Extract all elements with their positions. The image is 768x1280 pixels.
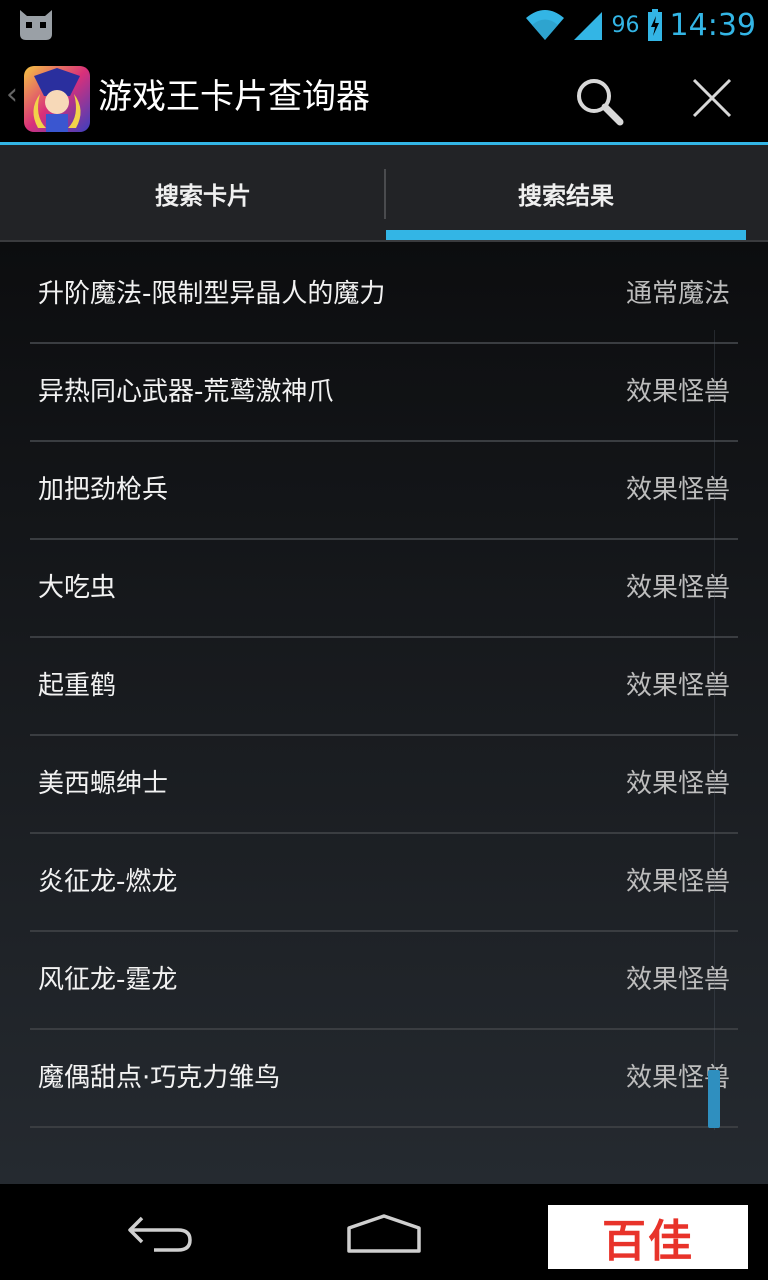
clock: 14:39 <box>669 7 756 43</box>
results-list-area: 升阶魔法-限制型异晶人的魔力 通常魔法 异热同心武器-荒鹫激神爪 效果怪兽 加把… <box>0 242 768 1184</box>
card-type: 通常魔法 <box>625 279 730 309</box>
tab-search-results[interactable]: 搜索结果 <box>386 145 746 242</box>
card-name: 起重鹤 <box>38 671 117 701</box>
up-chevron-icon[interactable]: ‹ <box>6 80 18 110</box>
battery-icon <box>647 9 662 41</box>
card-name: 升阶魔法-限制型异晶人的魔力 <box>38 279 386 309</box>
scrollbar-track[interactable] <box>714 330 715 1130</box>
battery-level-text: 96 <box>611 12 640 38</box>
list-item[interactable]: 大吃虫 效果怪兽 <box>30 540 738 638</box>
card-name: 大吃虫 <box>38 573 117 603</box>
list-item[interactable]: 升阶魔法-限制型异晶人的魔力 通常魔法 <box>30 246 738 344</box>
signal-icon <box>573 12 602 40</box>
tab-bar: 搜索卡片 搜索结果 <box>0 145 768 242</box>
cyanogenmod-mascot-icon <box>20 10 52 40</box>
selected-tab-indicator <box>386 230 746 240</box>
list-item[interactable]: 美西螈绅士 效果怪兽 <box>30 736 738 834</box>
list-item[interactable]: 魔偶甜点·巧克力雏鸟 效果怪兽 <box>30 1030 738 1128</box>
list-item[interactable]: 炎征龙-燃龙 效果怪兽 <box>30 834 738 932</box>
results-list: 升阶魔法-限制型异晶人的魔力 通常魔法 异热同心武器-荒鹫激神爪 效果怪兽 加把… <box>30 246 738 1128</box>
list-item[interactable]: 加把劲枪兵 效果怪兽 <box>30 442 738 540</box>
list-item[interactable]: 异热同心武器-荒鹫激神爪 效果怪兽 <box>30 344 738 442</box>
scrollbar-thumb[interactable] <box>708 1070 720 1128</box>
watermark-text: 百佳 <box>602 1216 694 1267</box>
wifi-icon <box>525 10 564 40</box>
search-icon[interactable] <box>572 74 626 128</box>
app-title: 游戏王卡片查询器 <box>98 77 370 117</box>
card-name: 美西螈绅士 <box>38 769 169 799</box>
action-bar: ‹ 游戏王卡片查询器 <box>0 50 768 144</box>
tab-search-cards[interactable]: 搜索卡片 <box>22 145 384 242</box>
card-name: 异热同心武器-荒鹫激神爪 <box>38 377 334 407</box>
back-icon[interactable] <box>124 1212 196 1256</box>
list-item[interactable]: 风征龙-霆龙 效果怪兽 <box>30 932 738 1030</box>
list-item[interactable]: 起重鹤 效果怪兽 <box>30 638 738 736</box>
navigation-bar: 百佳 <box>0 1184 768 1280</box>
card-name: 加把劲枪兵 <box>38 475 169 505</box>
app-logo-icon[interactable] <box>24 66 90 132</box>
status-bar: 96 14:39 <box>0 0 768 50</box>
card-name: 风征龙-霆龙 <box>38 965 178 995</box>
watermark-logo: 百佳 <box>548 1205 748 1269</box>
home-icon[interactable] <box>346 1214 422 1254</box>
card-name: 炎征龙-燃龙 <box>38 867 178 897</box>
close-icon[interactable] <box>688 74 736 122</box>
card-name: 魔偶甜点·巧克力雏鸟 <box>38 1063 281 1093</box>
